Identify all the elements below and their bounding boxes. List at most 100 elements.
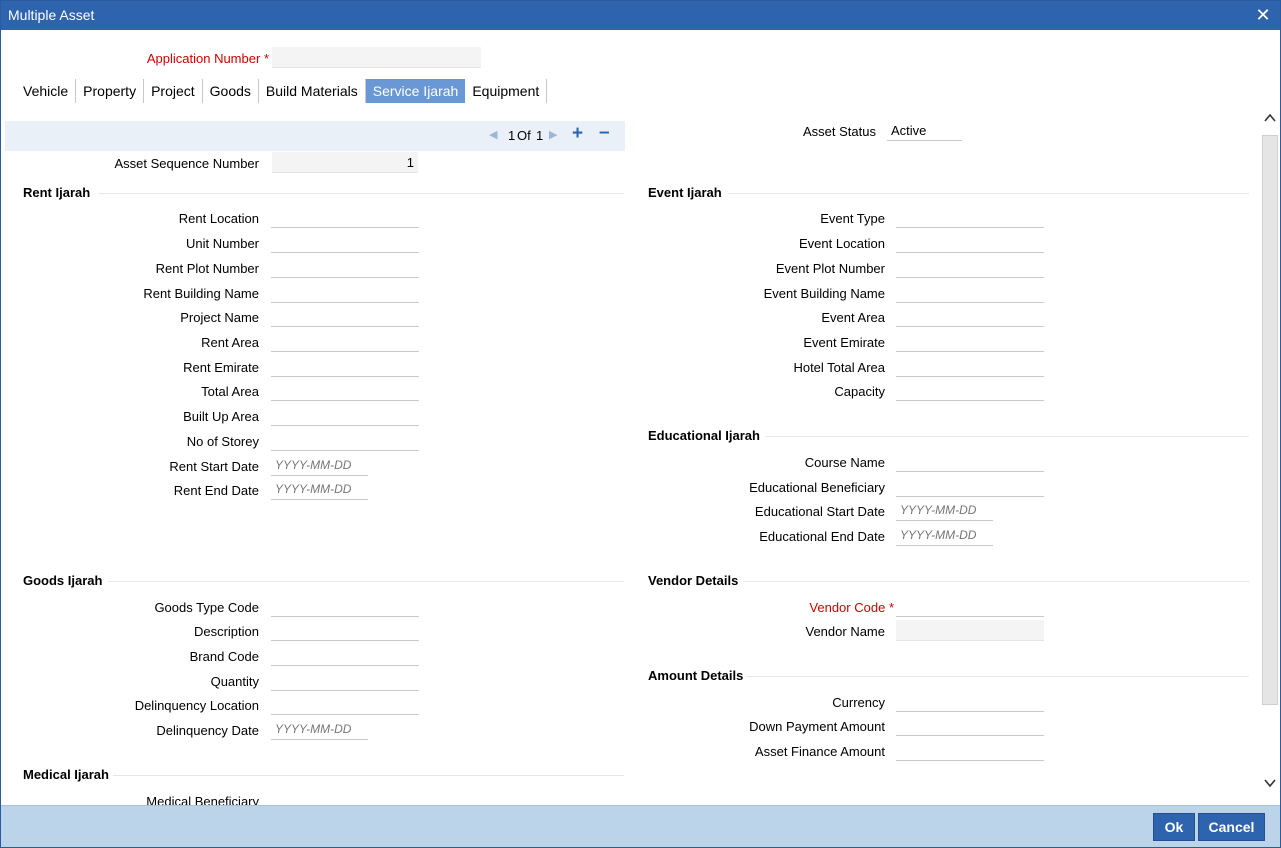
asset-status-field[interactable] — [887, 120, 962, 141]
tab-project[interactable]: Project — [144, 79, 203, 103]
delinquency-date-label: Delinquency Date — [156, 723, 259, 738]
tab-goods[interactable]: Goods — [203, 79, 259, 103]
event-building-name-field[interactable] — [896, 282, 1044, 303]
rent-emirate-field[interactable] — [271, 356, 419, 377]
delinquency-location-field[interactable] — [271, 694, 419, 715]
goods-ijarah-section-title: Goods Ijarah — [23, 573, 103, 588]
section-divider — [766, 436, 1249, 437]
scroll-up-icon[interactable] — [1263, 111, 1277, 125]
course-name-field[interactable] — [896, 451, 1044, 472]
no-of-storey-field[interactable] — [271, 430, 419, 451]
rent-end-date-field[interactable] — [271, 479, 368, 500]
scroll-down-icon[interactable] — [1263, 776, 1277, 790]
capacity-label: Capacity — [834, 384, 885, 399]
previous-record-icon[interactable]: ◀ — [489, 128, 497, 141]
description-label: Description — [193, 624, 259, 639]
built-up-area-field[interactable] — [271, 405, 419, 426]
rent-start-date-field[interactable] — [271, 455, 368, 476]
capacity-field[interactable] — [896, 380, 1044, 401]
rent-location-field[interactable] — [271, 207, 419, 228]
unit-number-field[interactable] — [271, 232, 419, 253]
ok-button[interactable]: Ok — [1153, 813, 1195, 841]
rent-emirate-label: Rent Emirate — [183, 360, 259, 375]
application-number-label: Application Number * — [146, 51, 269, 66]
tab-property[interactable]: Property — [76, 79, 145, 103]
next-record-icon[interactable]: ▶ — [549, 128, 557, 141]
rent-building-name-field[interactable] — [271, 282, 419, 303]
event-emirate-field[interactable] — [896, 331, 1044, 352]
rent-area-label: Rent Area — [201, 335, 259, 350]
total-area-field[interactable] — [271, 380, 419, 401]
built-up-area-label: Built Up Area — [183, 409, 259, 424]
tab-service-ijarah[interactable]: Service Ijarah — [365, 79, 466, 103]
tab-vehicle[interactable]: Vehicle — [16, 79, 77, 103]
delinquency-date-field[interactable] — [271, 719, 368, 740]
vendor-code-label: Vendor Code * — [809, 600, 894, 615]
brand-code-field[interactable] — [271, 645, 419, 666]
window-title: Multiple Asset — [8, 7, 95, 23]
of-label: Of — [517, 128, 531, 143]
remove-record-icon[interactable]: – — [599, 122, 610, 144]
project-name-label: Project Name — [180, 310, 259, 325]
event-building-name-label: Event Building Name — [763, 286, 885, 301]
course-name-label: Course Name — [804, 455, 885, 470]
hotel-total-area-field[interactable] — [896, 356, 1044, 377]
event-type-field[interactable] — [896, 207, 1044, 228]
dialog-footer: Ok Cancel — [1, 805, 1280, 847]
event-plot-number-field[interactable] — [896, 257, 1044, 278]
cancel-button[interactable]: Cancel — [1198, 813, 1265, 841]
record-navigator: ◀ 1 Of 1 ▶ + – — [5, 121, 625, 151]
event-location-field[interactable] — [896, 232, 1044, 253]
section-divider — [728, 193, 1249, 194]
application-number-field[interactable] — [272, 47, 481, 68]
tab-build-materials[interactable]: Build Materials — [259, 79, 366, 103]
hotel-total-area-label: Hotel Total Area — [793, 360, 885, 375]
goods-type-code-field[interactable] — [271, 596, 419, 617]
vendor-code-field[interactable] — [896, 596, 1044, 617]
current-record: 1 — [508, 128, 516, 143]
educational-start-date-field[interactable] — [896, 500, 993, 521]
down-payment-amount-label: Down Payment Amount — [749, 719, 885, 734]
asset-tabs: Vehicle Property Project Goods Build Mat… — [16, 79, 548, 103]
rent-start-date-label: Rent Start Date — [169, 459, 259, 474]
rent-plot-number-field[interactable] — [271, 257, 419, 278]
event-ijarah-section-title: Event Ijarah — [648, 185, 722, 200]
event-location-label: Event Location — [798, 236, 885, 251]
asset-sequence-number-label: Asset Sequence Number — [114, 156, 259, 171]
section-divider — [743, 581, 1249, 582]
section-divider — [98, 193, 624, 194]
vendor-name-label: Vendor Name — [805, 624, 886, 639]
event-area-label: Event Area — [821, 310, 885, 325]
educational-beneficiary-label: Educational Beneficiary — [749, 480, 885, 495]
medical-ijarah-section-title: Medical Ijarah — [23, 767, 109, 782]
rent-plot-number-label: Rent Plot Number — [155, 261, 259, 276]
event-plot-number-label: Event Plot Number — [775, 261, 885, 276]
asset-finance-amount-field[interactable] — [896, 740, 1044, 761]
educational-beneficiary-field[interactable] — [896, 476, 1044, 497]
add-record-icon[interactable]: + — [572, 123, 583, 145]
delinquency-location-label: Delinquency Location — [134, 698, 259, 713]
total-area-label: Total Area — [201, 384, 259, 399]
rent-area-field[interactable] — [271, 331, 419, 352]
event-area-field[interactable] — [896, 306, 1044, 327]
rent-building-name-label: Rent Building Name — [143, 286, 259, 301]
title-bar: Multiple Asset ✕ — [1, 1, 1280, 30]
currency-field[interactable] — [896, 691, 1044, 712]
vertical-scrollbar[interactable] — [1261, 103, 1279, 804]
quantity-label: Quantity — [210, 674, 259, 689]
educational-end-date-field[interactable] — [896, 525, 993, 546]
asset-sequence-number-field[interactable] — [272, 152, 418, 173]
quantity-field[interactable] — [271, 670, 419, 691]
tab-equipment[interactable]: Equipment — [465, 79, 548, 103]
close-icon[interactable]: ✕ — [1254, 6, 1272, 24]
vendor-name-field[interactable] — [896, 620, 1044, 641]
educational-start-date-label: Educational Start Date — [754, 504, 885, 519]
down-payment-amount-field[interactable] — [896, 715, 1044, 736]
unit-number-label: Unit Number — [186, 236, 259, 251]
asset-status-label: Asset Status — [803, 124, 876, 139]
scroll-thumb[interactable] — [1262, 135, 1278, 705]
rent-location-label: Rent Location — [178, 211, 259, 226]
description-field[interactable] — [271, 620, 419, 641]
section-divider — [747, 676, 1249, 677]
project-name-field[interactable] — [271, 306, 419, 327]
